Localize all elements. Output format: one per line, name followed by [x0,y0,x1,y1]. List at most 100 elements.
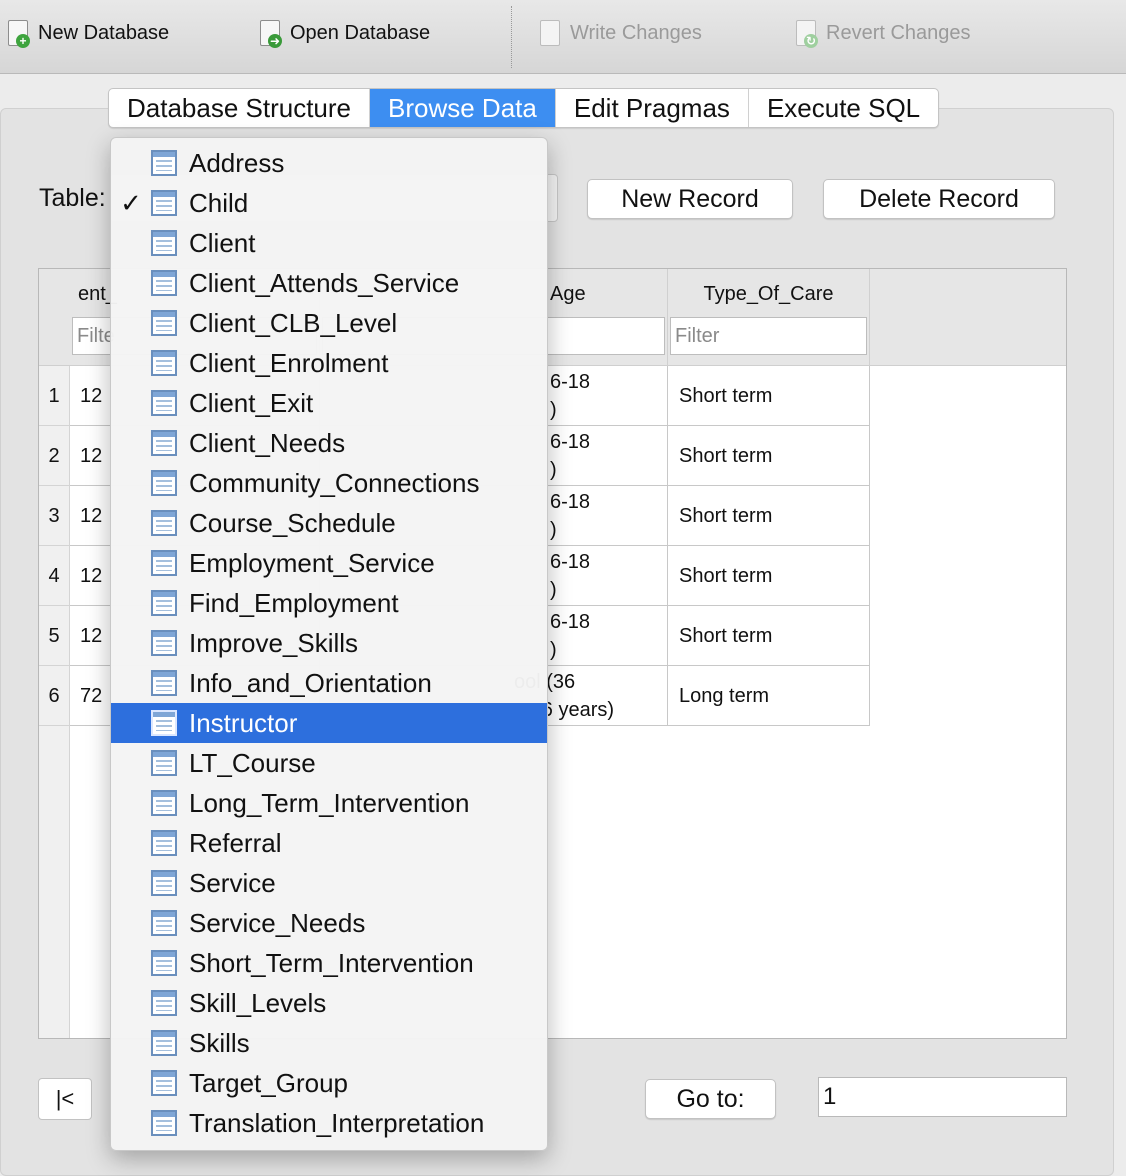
menu-item-table[interactable]: Skills [111,1023,547,1063]
table-icon [151,870,177,896]
tab-execute-sql[interactable]: Execute SQL [749,89,938,127]
menu-item-table[interactable]: Client_Attends_Service [111,263,547,303]
open-database-button[interactable]: ➜ Open Database [256,14,430,52]
table-label: Table: [39,184,106,212]
revert-changes-button[interactable]: ↻ Revert Changes [792,14,971,52]
table-icon [151,230,177,256]
menu-item-label: Improve_Skills [189,627,359,658]
filter-input-type-of-care[interactable]: Filter [670,317,867,355]
cell-age-line2: ) [550,399,557,421]
cell-age-line1: 6-18 [550,551,591,573]
menu-item-label: Employment_Service [189,547,435,578]
menu-item-table[interactable]: Skill_Levels [111,983,547,1023]
new-database-label: New Database [38,21,170,44]
menu-item-label: Client_Needs [189,427,346,458]
menu-item-table[interactable]: Instructor [111,703,547,743]
table-icon [151,270,177,296]
menu-item-table[interactable]: Service [111,863,547,903]
menu-item-label: Referral [189,827,282,858]
menu-item-table[interactable]: Improve_Skills [111,623,547,663]
write-changes-icon [536,18,564,48]
menu-item-table[interactable]: Address [111,143,547,183]
row-number: 5 [39,606,70,666]
menu-item-table[interactable]: Info_and_Orientation [111,663,547,703]
cell-type-of-care[interactable]: Short term [668,366,870,426]
row-number: 4 [39,546,70,606]
table-icon [151,390,177,416]
table-icon [151,790,177,816]
menu-item-table[interactable]: Short_Term_Intervention [111,943,547,983]
cell-age-line2: ) [550,579,557,601]
main-toolbar: + New Database ➜ Open Database Write Cha… [0,0,1126,74]
goto-button[interactable]: Go to: [645,1079,776,1119]
menu-item-table[interactable]: Community_Connections [111,463,547,503]
row-number: 1 [39,366,70,426]
table-icon [151,150,177,176]
tab-bar: Database Structure Browse Data Edit Prag… [108,88,940,128]
goto-input[interactable]: 1 [818,1077,1067,1117]
menu-item-table[interactable]: LT_Course [111,743,547,783]
new-database-icon: + [4,18,32,48]
table-icon [151,1070,177,1096]
menu-item-table[interactable]: Client_Exit [111,383,547,423]
column-header-type-of-care[interactable]: Type_Of_Care Filter [668,269,870,366]
write-changes-button[interactable]: Write Changes [536,14,702,52]
revert-changes-icon: ↻ [792,18,820,48]
menu-item-table[interactable]: Employment_Service [111,543,547,583]
toolbar-separator [511,6,512,68]
menu-item-label: Skills [189,1027,250,1058]
menu-item-table[interactable]: Client_Needs [111,423,547,463]
table-icon [151,350,177,376]
open-database-label: Open Database [290,21,431,44]
cell-type-of-care[interactable]: Short term [668,486,870,546]
checkmark-icon: ✓ [120,187,142,218]
tab-database-structure[interactable]: Database Structure [109,89,371,127]
table-icon [151,990,177,1016]
menu-item-table[interactable]: Target_Group [111,1063,547,1103]
table-icon [151,1030,177,1056]
cell-age-line2: ) [550,459,557,481]
menu-item-label: Service_Needs [189,907,366,938]
menu-item-table[interactable]: Find_Employment [111,583,547,623]
first-record-button[interactable]: |< [38,1078,92,1120]
row-number: 6 [39,666,70,726]
table-icon [151,910,177,936]
menu-item-label: Address [189,147,285,178]
cell-age-line2: ) [550,519,557,541]
menu-item-label: Instructor [189,707,298,738]
menu-item-table[interactable]: Service_Needs [111,903,547,943]
cell-type-of-care[interactable]: Long term [668,666,870,726]
menu-item-table[interactable]: Course_Schedule [111,503,547,543]
menu-item-table[interactable]: Client_Enrolment [111,343,547,383]
table-icon [151,750,177,776]
table-icon [151,630,177,656]
cell-age-line1: 6-18 [550,611,591,633]
tab-browse-data[interactable]: Browse Data [370,89,556,127]
cell-age-line1: 6-18 [550,371,591,393]
menu-item-table[interactable]: Long_Term_Intervention [111,783,547,823]
menu-item-table[interactable]: Referral [111,823,547,863]
cell-age-line1: 6-18 [550,431,591,453]
menu-item-table[interactable]: Client_CLB_Level [111,303,547,343]
cell-type-of-care[interactable]: Short term [668,606,870,666]
table-icon [151,1110,177,1136]
menu-item-label: Translation_Interpretation [189,1107,485,1138]
menu-item-label: Client_Attends_Service [189,267,460,298]
delete-record-button[interactable]: Delete Record [823,179,1055,219]
cell-type-of-care[interactable]: Short term [668,546,870,606]
revert-changes-label: Revert Changes [826,21,971,44]
new-database-button[interactable]: + New Database [4,14,169,52]
table-icon [151,510,177,536]
table-icon [151,590,177,616]
table-icon [151,470,177,496]
column-header-type-of-care-label: Type_Of_Care [703,283,834,305]
menu-item-table[interactable]: ✓ Child [111,183,547,223]
column-header-age-label: Age [550,283,586,305]
menu-item-table[interactable]: Translation_Interpretation [111,1103,547,1143]
cell-type-of-care[interactable]: Short term [668,426,870,486]
menu-item-label: LT_Course [189,747,316,778]
tab-edit-pragmas[interactable]: Edit Pragmas [556,89,749,127]
new-record-button[interactable]: New Record [587,179,793,219]
menu-item-table[interactable]: Client [111,223,547,263]
write-changes-label: Write Changes [570,21,702,44]
